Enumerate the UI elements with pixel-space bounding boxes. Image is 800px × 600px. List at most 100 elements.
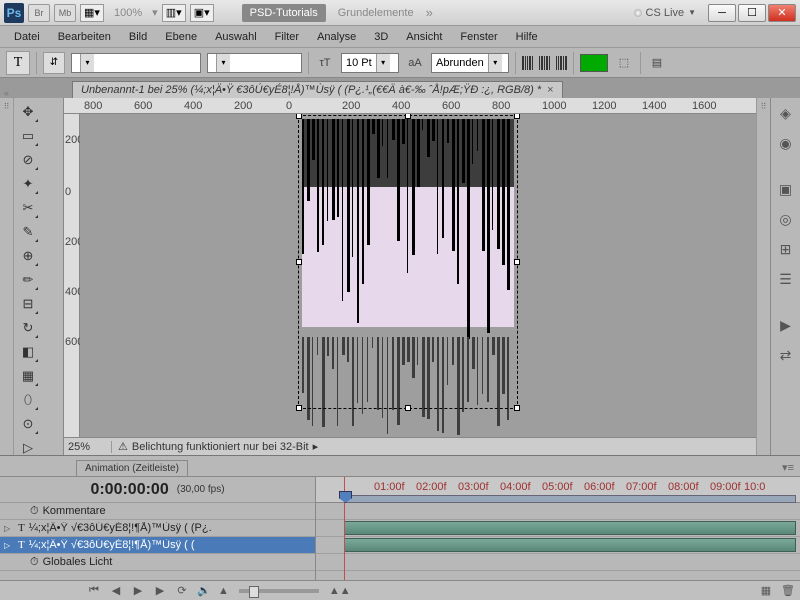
- timeline-area[interactable]: 01:00f 02:00f 03:00f 04:00f 05:00f 06:00…: [316, 477, 800, 580]
- active-tool-indicator[interactable]: T: [6, 51, 30, 75]
- clip-layer-1[interactable]: [344, 521, 796, 535]
- eyedropper-tool[interactable]: ✎: [17, 221, 39, 243]
- clip-layer-2[interactable]: [344, 538, 796, 552]
- text-orientation-toggle[interactable]: ⇵: [43, 52, 65, 74]
- menu-analyse[interactable]: Analyse: [309, 28, 364, 46]
- move-tool[interactable]: ✥: [17, 101, 39, 123]
- status-bar: 25% ⚠ Belichtung funktioniert nur bei 32-…: [64, 437, 756, 455]
- font-size-icon: τT: [315, 53, 335, 73]
- cslive-icon: [634, 9, 642, 17]
- play-panel-icon[interactable]: ▶: [775, 314, 797, 336]
- arrange-button[interactable]: ▥▾: [162, 4, 186, 22]
- audio-button[interactable]: 🔊: [196, 584, 212, 598]
- playhead[interactable]: [344, 477, 345, 580]
- close-button[interactable]: ✕: [768, 4, 796, 22]
- dodge-tool[interactable]: ⊙: [17, 413, 39, 435]
- close-tab-icon[interactable]: ×: [547, 84, 553, 96]
- time-ruler[interactable]: 01:00f 02:00f 03:00f 04:00f 05:00f 06:00…: [316, 477, 800, 503]
- blur-tool[interactable]: ⬯: [17, 389, 39, 411]
- menu-bar: Datei Bearbeiten Bild Ebene Auswahl Filt…: [0, 26, 800, 48]
- adjustments-panel-icon[interactable]: ▣: [775, 178, 797, 200]
- menu-filter[interactable]: Filter: [267, 28, 307, 46]
- text-color-swatch[interactable]: [580, 54, 608, 72]
- font-style-dropdown[interactable]: ▾: [207, 53, 302, 73]
- gradient-tool[interactable]: ▦: [17, 365, 39, 387]
- work-area-bar[interactable]: [344, 495, 796, 503]
- track-text-layer-1[interactable]: ▷T ¼;x¦Ä•Ÿ √€3ôÚ€yÉ8¦!¶Å)™Ùsÿ ( (P¿.: [0, 520, 315, 537]
- cslive-button[interactable]: CS Live ▼: [634, 7, 696, 19]
- menu-3d[interactable]: 3D: [366, 28, 396, 46]
- align-left-button[interactable]: [522, 56, 533, 70]
- brush-tool[interactable]: ✏: [17, 269, 39, 291]
- color-panel-icon[interactable]: ◉: [775, 132, 797, 154]
- menu-hilfe[interactable]: Hilfe: [508, 28, 546, 46]
- pen-tool[interactable]: ▷: [17, 437, 39, 455]
- app-logo: Ps: [4, 3, 24, 23]
- toolbox: ✥ ▭ ⊘ ✦ ✂ ✎ ⊕ ✏ ⊟ ↻ ◧ ▦ ⬯ ⊙ ▷ T ↖ ▢ ⬢ ⊞ …: [14, 98, 64, 455]
- warning-icon: ⚠: [118, 440, 128, 453]
- menu-ansicht[interactable]: Ansicht: [398, 28, 450, 46]
- minibridge-button[interactable]: Mb: [54, 4, 76, 22]
- antialias-dropdown[interactable]: Abrunden▾: [431, 53, 509, 73]
- menu-bearbeiten[interactable]: Bearbeiten: [50, 28, 119, 46]
- font-family-dropdown[interactable]: ▾: [71, 53, 201, 73]
- rewind-button[interactable]: ⏮: [86, 584, 102, 598]
- font-size-dropdown[interactable]: 10 Pt▾: [341, 53, 399, 73]
- document-tab[interactable]: Unbenannt-1 bei 25% (¼;x¦Ä•Ÿ €3ôÚ€yÉ8¦!Å…: [72, 81, 563, 98]
- character-panel-icon[interactable]: ⊞: [775, 238, 797, 260]
- menu-datei[interactable]: Datei: [6, 28, 48, 46]
- screen-mode-button[interactable]: ▦▾: [80, 4, 104, 22]
- menu-ebene[interactable]: Ebene: [157, 28, 205, 46]
- next-frame-button[interactable]: ▶: [152, 584, 168, 598]
- delete-button[interactable]: 🗑: [780, 584, 796, 598]
- status-message: Belichtung funktioniert nur bei 32-Bit: [132, 441, 309, 453]
- magic-wand-tool[interactable]: ✦: [17, 173, 39, 195]
- document-tabs: « Unbenannt-1 bei 25% (¼;x¦Ä•Ÿ €3ôÚ€yÉ8¦…: [0, 78, 800, 98]
- convert-frames-button[interactable]: ▦: [758, 584, 774, 598]
- align-right-button[interactable]: [556, 56, 567, 70]
- animation-tab[interactable]: Animation (Zeitleiste): [76, 460, 188, 476]
- styles-panel-icon[interactable]: ◎: [775, 208, 797, 230]
- workspace-grundelemente[interactable]: Grundelemente: [330, 7, 422, 19]
- marquee-tool[interactable]: ▭: [17, 125, 39, 147]
- history-brush-tool[interactable]: ↻: [17, 317, 39, 339]
- minimize-button[interactable]: ─: [708, 4, 736, 22]
- canvas[interactable]: [80, 114, 756, 437]
- paragraph-panel-icon[interactable]: ☰: [775, 268, 797, 290]
- app-titlebar: Ps Br Mb ▦▾ 100% ▾ ▥▾ ▣▾ PSD-Tutorials G…: [0, 0, 800, 26]
- healing-tool[interactable]: ⊕: [17, 245, 39, 267]
- track-global-light[interactable]: ⏱ Globales Licht: [0, 554, 315, 571]
- menu-fenster[interactable]: Fenster: [452, 28, 505, 46]
- menu-auswahl[interactable]: Auswahl: [207, 28, 265, 46]
- bridge-button[interactable]: Br: [28, 4, 50, 22]
- collapse-icon[interactable]: «: [4, 88, 9, 98]
- zoom-field[interactable]: 25%: [64, 441, 112, 453]
- layers-panel-icon[interactable]: ◈: [775, 102, 797, 124]
- play-button[interactable]: ▶: [130, 584, 146, 598]
- horizontal-ruler: 800600 400200 0200 400600 8001000 120014…: [64, 98, 756, 114]
- eraser-tool[interactable]: ◧: [17, 341, 39, 363]
- align-center-button[interactable]: [539, 56, 550, 70]
- stamp-tool[interactable]: ⊟: [17, 293, 39, 315]
- character-panel-button[interactable]: ▤: [647, 53, 667, 73]
- transform-bounds[interactable]: [298, 115, 518, 409]
- crop-tool[interactable]: ✂: [17, 197, 39, 219]
- workspace-psd-tutorials[interactable]: PSD-Tutorials: [242, 4, 326, 22]
- panel-menu-icon[interactable]: ▾≡: [776, 459, 800, 476]
- workspace-more[interactable]: »: [426, 5, 433, 20]
- track-comments[interactable]: ⏱ Kommentare: [0, 503, 315, 520]
- swap-panel-icon[interactable]: ⇄: [775, 344, 797, 366]
- menu-bild[interactable]: Bild: [121, 28, 155, 46]
- current-time[interactable]: 0:00:00:00: [90, 481, 168, 499]
- right-panel-dock: ◈ ◉ ▣ ◎ ⊞ ☰ ▶ ⇄: [770, 98, 800, 455]
- timeline-controls: ⏮ ◀ ▶ ▶ ⟳ 🔊 ▲ ▲▲ ▦ 🗑: [0, 580, 800, 600]
- track-text-layer-2[interactable]: ▷T ¼;x¦Ä•Ÿ √€3ôÚ€yÉ8¦!¶Å)™Ùsÿ ( (: [0, 537, 315, 554]
- timeline-zoom-slider[interactable]: [239, 589, 319, 593]
- prev-frame-button[interactable]: ◀: [108, 584, 124, 598]
- loop-button[interactable]: ⟳: [174, 584, 190, 598]
- screen-button[interactable]: ▣▾: [190, 4, 214, 22]
- maximize-button[interactable]: ☐: [738, 4, 766, 22]
- lasso-tool[interactable]: ⊘: [17, 149, 39, 171]
- titlebar-zoom[interactable]: 100%: [108, 7, 148, 19]
- warp-text-button[interactable]: ⬚: [614, 53, 634, 73]
